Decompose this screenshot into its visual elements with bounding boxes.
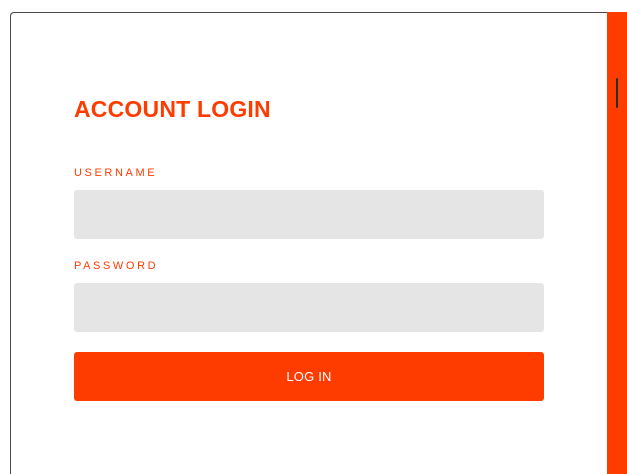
window-frame: ACCOUNT LOGIN USERNAME PASSWORD LOG IN — [0, 0, 627, 474]
username-input[interactable] — [74, 190, 544, 239]
username-label: USERNAME — [74, 167, 158, 179]
scrollbar-handle[interactable] — [616, 78, 618, 108]
password-label: PASSWORD — [74, 260, 159, 272]
page-title: ACCOUNT LOGIN — [74, 96, 271, 122]
login-card — [10, 12, 608, 474]
login-button[interactable]: LOG IN — [74, 352, 544, 401]
password-input[interactable] — [74, 283, 544, 332]
